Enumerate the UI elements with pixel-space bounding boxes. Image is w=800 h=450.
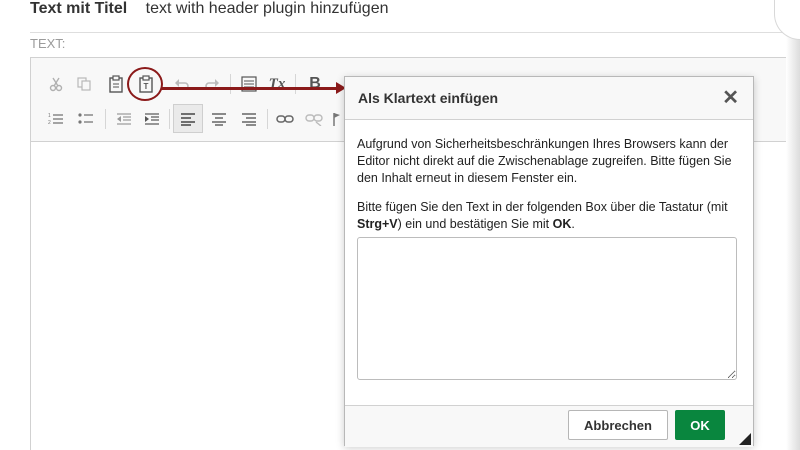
text-field-label: TEXT: [30, 36, 66, 51]
toolbar-separator [295, 74, 296, 94]
ok-reference: OK [552, 217, 572, 231]
dialog-title-bar[interactable]: Als Klartext einfügen ✕ [345, 77, 753, 120]
resize-grip-icon[interactable] [739, 433, 751, 445]
cut-icon[interactable] [43, 71, 69, 97]
annotation-arrow-line [161, 87, 339, 90]
indent-icon[interactable] [139, 106, 165, 132]
numbered-list-icon[interactable]: 12 [43, 106, 69, 132]
dialog-footer: Abbrechen OK [345, 405, 753, 447]
unlink-icon[interactable] [301, 106, 327, 132]
paste-icon[interactable] [103, 71, 129, 97]
toolbar-separator [230, 74, 231, 94]
page-subtitle: text with header plugin hinzufügen [145, 0, 389, 17]
ok-button[interactable]: OK [675, 410, 725, 440]
dialog-body: Aufgrund von Sicherheitsbeschränkungen I… [357, 136, 739, 245]
undo-icon[interactable] [169, 71, 195, 97]
header-divider [30, 32, 786, 33]
cancel-button[interactable]: Abbrechen [568, 410, 668, 440]
toolbar-separator [169, 109, 170, 129]
highlight-circle-annotation [127, 67, 163, 101]
link-icon[interactable] [272, 106, 298, 132]
svg-text:1: 1 [48, 113, 51, 119]
page: Text mit Titel text with header plugin h… [0, 0, 800, 450]
align-right-icon[interactable] [236, 106, 262, 132]
panel-corner [774, 0, 800, 40]
toolbar-separator [267, 109, 268, 129]
align-center-icon[interactable] [206, 106, 232, 132]
remove-format-icon[interactable]: Tx [264, 71, 290, 97]
outdent-icon[interactable] [111, 106, 137, 132]
bulleted-list-icon[interactable] [73, 106, 99, 132]
copy-icon[interactable] [71, 71, 97, 97]
source-icon[interactable] [236, 71, 262, 97]
paste-textarea[interactable] [357, 237, 737, 380]
bold-icon[interactable]: B [302, 71, 328, 97]
dialog-paragraph-2: Bitte fügen Sie den Text in der folgende… [357, 200, 728, 231]
page-title: Text mit Titel [30, 0, 128, 17]
anchor-icon[interactable] [329, 106, 343, 132]
panel-edge-shadow [786, 0, 800, 450]
dialog-paragraph-1: Aufgrund von Sicherheitsbeschränkungen I… [357, 137, 732, 185]
redo-icon[interactable] [199, 71, 225, 97]
toolbar-separator [105, 109, 106, 129]
dialog-title: Als Klartext einfügen [358, 90, 499, 106]
align-left-icon[interactable] [173, 104, 203, 133]
close-icon[interactable]: ✕ [722, 88, 739, 108]
keyboard-shortcut: Strg+V [357, 217, 398, 231]
page-header: Text mit Titel text with header plugin h… [30, 0, 389, 22]
svg-text:2: 2 [48, 120, 51, 126]
paste-as-text-dialog: Als Klartext einfügen ✕ Aufgrund von Sic… [344, 76, 754, 447]
